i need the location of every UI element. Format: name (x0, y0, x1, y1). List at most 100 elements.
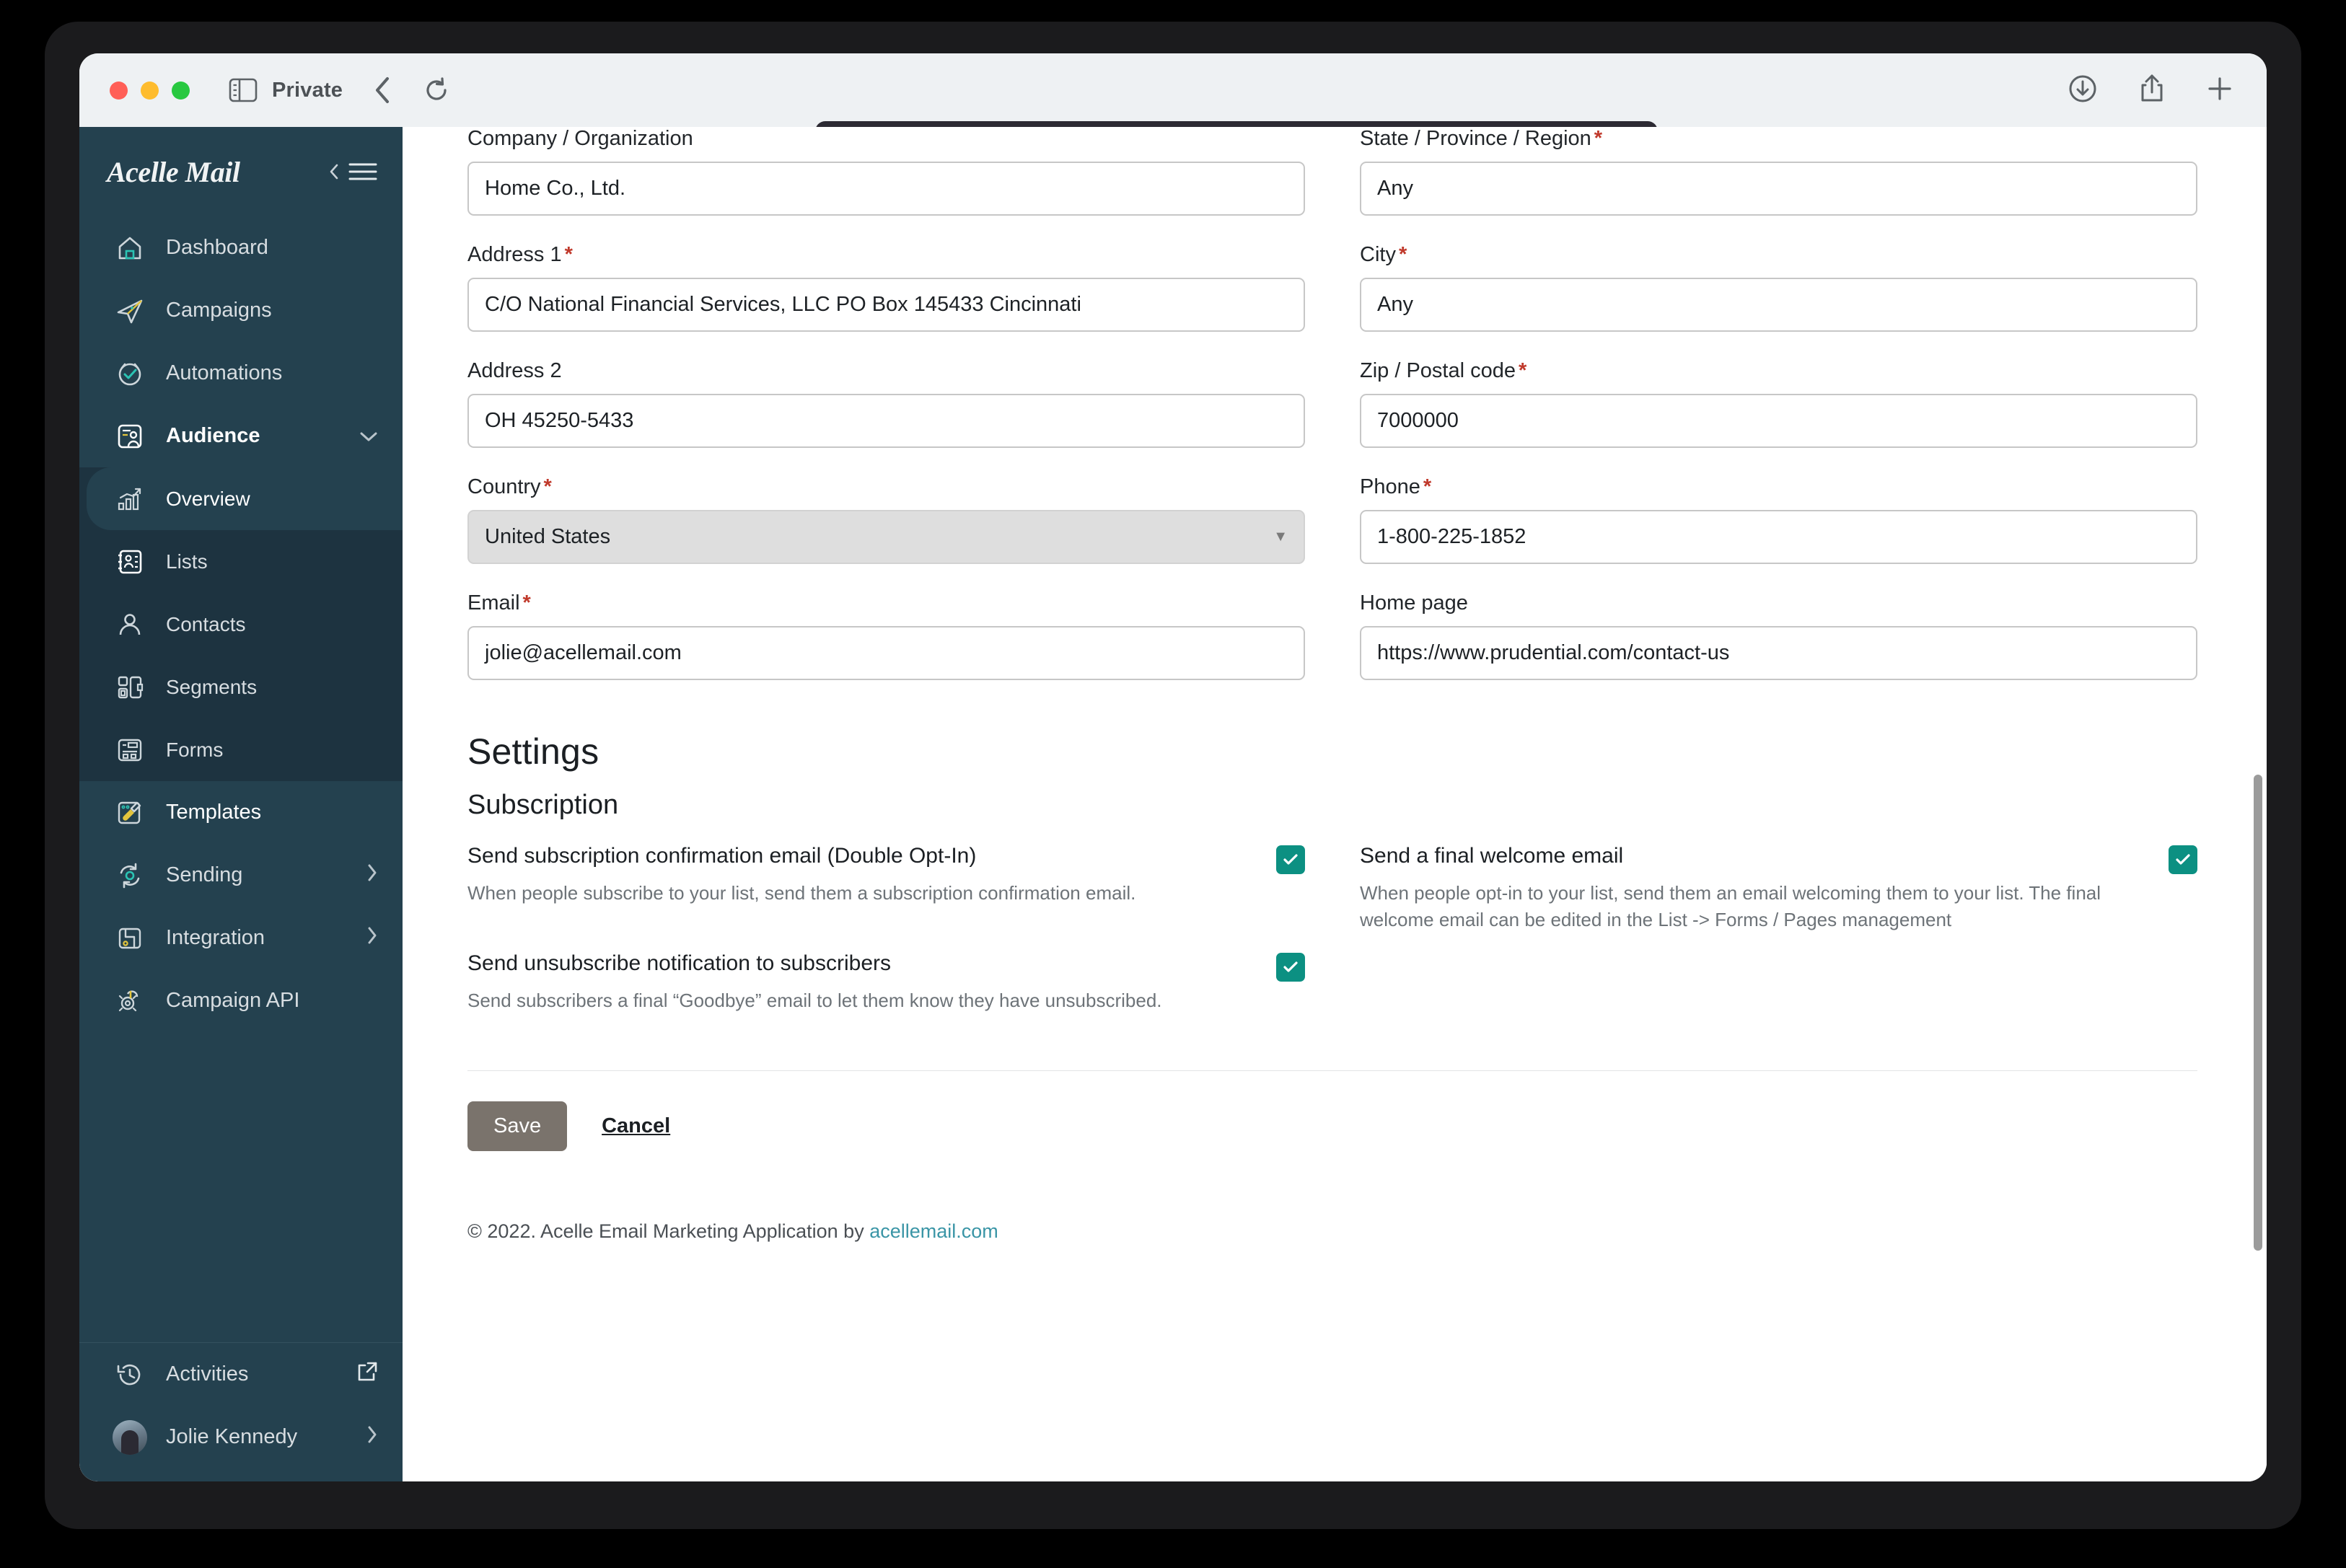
share-icon[interactable] (2138, 73, 2166, 108)
sidebar-item-label: Activities (166, 1362, 249, 1386)
check-icon (1283, 854, 1298, 865)
audience-icon (114, 422, 146, 451)
sidebar-item-dashboard[interactable]: Dashboard (79, 216, 403, 279)
country-select[interactable]: United States ▼ (467, 510, 1305, 564)
option-text: Send a final welcome email When people o… (1360, 842, 2150, 934)
new-tab-icon[interactable] (2206, 75, 2233, 106)
field-email: Email * jolie@acellemail.com (467, 591, 1305, 680)
form-actions: Save Cancel (467, 1101, 2197, 1152)
address-fields-grid: Company / Organization Home Co., Ltd. Ad… (467, 127, 2197, 708)
sidebar-item-templates[interactable]: Templates (79, 781, 403, 844)
zip-input[interactable]: 7000000 (1360, 394, 2197, 448)
plug-icon (114, 924, 146, 953)
avatar (113, 1419, 147, 1455)
field-zip: Zip / Postal code * 7000000 (1360, 359, 2197, 448)
downloads-icon[interactable] (2068, 74, 2098, 107)
home-page-input[interactable]: https://www.prudential.com/contact-us (1360, 626, 2197, 680)
acellemail-link[interactable]: acellemail.com (869, 1220, 998, 1242)
double-opt-in-checkbox[interactable] (1276, 845, 1305, 874)
chevron-right-icon (366, 926, 378, 951)
sidebar-item-lists[interactable]: Lists (79, 530, 403, 593)
settings-heading: Settings (467, 731, 599, 772)
option-title: Send a final welcome email (1360, 844, 1624, 868)
reload-icon[interactable] (423, 77, 449, 103)
back-button-icon[interactable] (373, 76, 392, 105)
toolbar-right-actions (2068, 73, 2233, 108)
sidebar-item-label: Forms (166, 738, 224, 761)
cancel-button[interactable]: Cancel (602, 1114, 670, 1138)
welcome-email-checkbox[interactable] (2169, 845, 2197, 874)
city-input[interactable]: Any (1360, 278, 2197, 332)
sidebar-brand: Acelle Mail (79, 127, 403, 216)
main-content: Company / Organization Home Co., Ltd. Ad… (403, 127, 2267, 1481)
brush-icon (114, 798, 146, 827)
option-title: Send subscription confirmation email (Do… (467, 844, 977, 868)
application-body: Acelle Mail Dashboard Campaigns Automati… (79, 127, 2267, 1481)
external-link-icon (356, 1361, 378, 1388)
sidebar-item-label: Automations (166, 361, 283, 384)
form-column-left: Company / Organization Home Co., Ltd. Ad… (467, 127, 1305, 708)
forms-icon (114, 736, 146, 765)
sidebar-item-label: Campaigns (166, 299, 272, 322)
window-controls (110, 81, 190, 100)
sidebar-item-integration[interactable]: Integration (79, 907, 403, 969)
sidebar-item-forms[interactable]: Forms (79, 718, 403, 781)
unsubscribe-notification-checkbox[interactable] (1276, 953, 1305, 982)
sidebar-item-label: Dashboard (166, 236, 268, 259)
sidebar-item-sending[interactable]: Sending (79, 844, 403, 907)
user-icon (114, 610, 146, 639)
address-1-input[interactable]: C/O National Financial Services, LLC PO … (467, 278, 1305, 332)
option-text: Send unsubscribe notification to subscri… (467, 950, 1257, 1014)
sidebar-item-activities[interactable]: Activities (79, 1343, 403, 1406)
country-selected-value: United States (485, 525, 611, 548)
api-gear-icon (114, 987, 146, 1016)
field-city: City * Any (1360, 243, 2197, 332)
option-description: When people subscribe to your list, send… (467, 881, 1136, 904)
acelle-mail-logo[interactable]: Acelle Mail (107, 155, 240, 189)
required-marker: * (1398, 243, 1407, 266)
sidebar-item-automations[interactable]: Automations (79, 342, 403, 405)
check-icon (2176, 854, 2190, 865)
field-state: State / Province / Region * Any (1360, 127, 2197, 216)
sidebar-user-profile[interactable]: Jolie Kennedy (79, 1406, 403, 1468)
sidebar-item-overview[interactable]: Overview (87, 467, 403, 530)
maximize-window-button[interactable] (172, 81, 190, 100)
chevron-down-icon (359, 424, 378, 448)
subscription-options-grid: Send subscription confirmation email (Do… (467, 842, 2197, 1027)
subscription-heading: Subscription (467, 790, 619, 820)
company-input[interactable]: Home Co., Ltd. (467, 162, 1305, 216)
sidebar-item-label: Contacts (166, 612, 246, 635)
browser-window: Private M demo.acellemail.com/lists/5966… (79, 53, 2267, 1481)
sidebar-item-campaigns[interactable]: Campaigns (79, 279, 403, 342)
minimize-window-button[interactable] (141, 81, 159, 100)
check-icon (1283, 961, 1298, 972)
close-window-button[interactable] (110, 81, 128, 100)
sidebar-item-campaign-api[interactable]: Campaign API (79, 969, 403, 1032)
vertical-scrollbar[interactable] (2254, 775, 2262, 1251)
history-clock-icon (114, 1360, 146, 1389)
state-input[interactable]: Any (1360, 162, 2197, 216)
phone-input[interactable]: 1-800-225-1852 (1360, 510, 2197, 564)
sidebar-item-segments[interactable]: Segments (79, 656, 403, 718)
sidebar-item-label: Campaign API (166, 989, 300, 1012)
copyright-text: © 2022. Acelle Email Marketing Applicati… (467, 1220, 870, 1243)
email-input[interactable]: jolie@acellemail.com (467, 626, 1305, 680)
collapse-sidebar-button[interactable] (328, 161, 378, 182)
field-label: Company / Organization (467, 127, 693, 150)
sidebar-item-contacts[interactable]: Contacts (79, 593, 403, 656)
field-phone: Phone * 1-800-225-1852 (1360, 475, 2197, 564)
browser-toolbar: Private M demo.acellemail.com/lists/5966… (79, 53, 2267, 166)
option-description: Send subscribers a final “Goodbye” email… (467, 989, 1162, 1011)
chevron-right-icon (366, 1425, 378, 1450)
sidebar-item-audience[interactable]: Audience (79, 405, 403, 467)
form-divider (467, 1070, 2197, 1072)
laptop-frame: Private M demo.acellemail.com/lists/5966… (45, 22, 2301, 1529)
required-marker: * (543, 475, 552, 498)
field-label: Address 2 (467, 359, 562, 382)
required-marker: * (1519, 359, 1527, 382)
show-sidebar-icon[interactable] (229, 78, 258, 102)
save-button[interactable]: Save (467, 1101, 568, 1152)
sidebar-item-label: Templates (166, 801, 262, 824)
field-country: Country * United States ▼ (467, 475, 1305, 564)
address-2-input[interactable]: OH 45250-5433 (467, 394, 1305, 448)
